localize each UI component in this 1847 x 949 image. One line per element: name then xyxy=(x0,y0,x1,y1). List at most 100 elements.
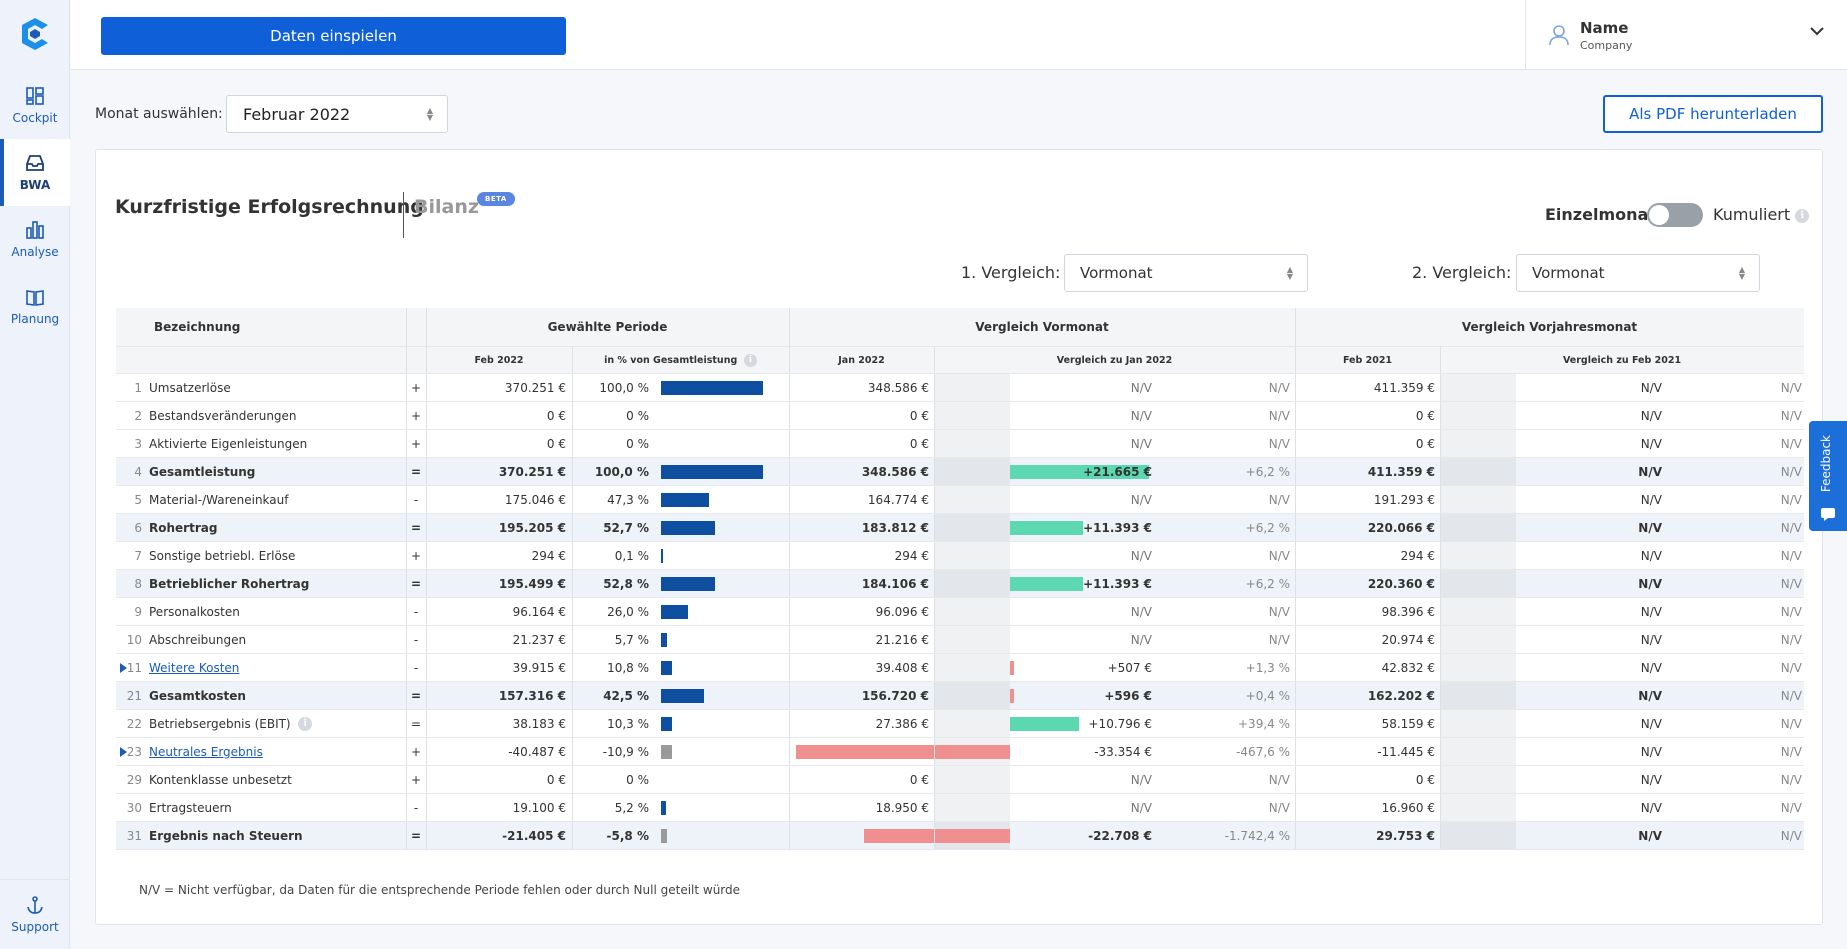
info-icon[interactable]: i xyxy=(1795,208,1810,223)
header-feb-2021: Feb 2021 xyxy=(1342,354,1393,366)
nav-cockpit[interactable]: Cockpit xyxy=(0,72,70,139)
row-label-text: Personalkosten xyxy=(149,604,240,619)
app-logo[interactable] xyxy=(0,0,70,68)
row-py-pct: N/V xyxy=(1780,828,1802,843)
table-row[interactable]: 23Neutrales Ergebnis+-40.487 €-10,9 %-7.… xyxy=(116,738,1804,766)
cockpit-icon xyxy=(26,87,44,105)
row-py-delta: N/V xyxy=(1640,632,1662,647)
row-index: 7 xyxy=(134,548,142,563)
month-select-value: Februar 2022 xyxy=(243,104,351,124)
row-label-text: Aktivierte Eigenleistungen xyxy=(149,436,308,451)
row-prev-value: 96.096 € xyxy=(875,604,929,619)
row-value: -21.405 € xyxy=(502,828,566,843)
row-operator: + xyxy=(410,408,422,423)
row-value: 0 € xyxy=(546,772,566,787)
info-icon[interactable]: i xyxy=(298,716,313,731)
toggle-label-text: Kumuliert xyxy=(1713,205,1791,224)
chevron-down-icon[interactable] xyxy=(1809,26,1825,36)
nav-analyse[interactable]: Analyse xyxy=(0,206,70,273)
row-operator: = xyxy=(410,716,422,731)
header-jan-2022: Jan 2022 xyxy=(838,354,885,366)
comparison-2-value: Vormonat xyxy=(1532,264,1605,282)
row-prev-year: 294 € xyxy=(1400,548,1435,563)
pdf-download-button[interactable]: Als PDF herunterladen xyxy=(1603,95,1823,133)
row-operator: + xyxy=(410,772,422,787)
row-value: 157.316 € xyxy=(498,688,566,703)
row-prev-value: 348.586 € xyxy=(861,464,929,479)
row-operator: - xyxy=(413,660,419,675)
row-prev-year: 0 € xyxy=(1415,408,1435,423)
row-label-text: Bestandsveränderungen xyxy=(149,408,297,423)
row-prev-value: 27.386 € xyxy=(875,716,929,731)
user-company: Company xyxy=(1580,38,1633,52)
row-label-text[interactable]: Neutrales Ergebnis xyxy=(149,745,263,759)
comparison-2-select[interactable]: Vormonat ▲ ▼ xyxy=(1516,254,1760,292)
row-py-pct: N/V xyxy=(1780,548,1802,563)
row-prev-year: 42.832 € xyxy=(1381,660,1435,675)
row-label-text: Betriebsergebnis (EBIT) xyxy=(149,716,291,731)
row-pct: 10,8 % xyxy=(607,660,649,675)
select-arrows-icon: ▲ ▼ xyxy=(1286,265,1293,281)
info-icon[interactable]: i xyxy=(743,353,757,367)
table-row: 31Ergebnis nach Steuern=-21.405 €-5,8 %1… xyxy=(116,822,1804,850)
row-value: 38.183 € xyxy=(512,716,566,731)
row-label: Betriebsergebnis (EBIT) i xyxy=(149,710,404,737)
pct-bar xyxy=(661,801,667,815)
row-value: 0 € xyxy=(546,436,566,451)
nav-planung[interactable]: Planung xyxy=(0,273,70,340)
row-delta: N/V xyxy=(1130,436,1152,451)
row-value: 195.205 € xyxy=(498,520,566,535)
table-row: 1 Umsatzerlöse +370.251 € 100,0 % 348.586 € N… xyxy=(116,374,1804,402)
row-prev-year: 220.360 € xyxy=(1367,576,1435,591)
row-label-text: Kontenklasse unbesetzt xyxy=(149,772,292,787)
row-delta: N/V xyxy=(1130,800,1152,815)
row-pct: 0 % xyxy=(626,436,649,451)
nav-bwa[interactable]: BWA xyxy=(0,139,70,206)
pct-bar xyxy=(661,745,673,759)
header-vergleich-jan-2022: Vergleich zu Jan 2022 xyxy=(1056,354,1173,366)
row-label[interactable]: Weitere Kosten xyxy=(149,654,404,681)
row-index: 2 xyxy=(134,408,142,423)
period-toggle[interactable] xyxy=(1647,203,1703,227)
tab-kfe[interactable]: Kurzfristige Erfolgsrechnung xyxy=(115,196,424,218)
row-py-delta: N/V xyxy=(1638,464,1662,479)
table-row[interactable]: 11 Weitere Kosten - 39.915 € 10,8 % 39.408 € +… xyxy=(116,654,1804,682)
tab-bilanz[interactable]: Bilanz xyxy=(414,196,479,218)
row-prev-year: 411.359 € xyxy=(1367,464,1435,479)
row-delta-pct: +6,2 % xyxy=(1245,520,1290,535)
row-delta-pct: +0,4 % xyxy=(1245,688,1290,703)
row-index: 3 xyxy=(134,436,142,451)
row-label-text: Material-/Wareneinkauf xyxy=(149,492,289,507)
row-py-pct: N/V xyxy=(1780,436,1802,451)
row-delta-pct: N/V xyxy=(1268,604,1290,619)
import-data-button[interactable]: Daten einspielen xyxy=(101,17,566,55)
bwa-table: Bezeichnung Gewählte Periode Vergleich V… xyxy=(116,308,1804,850)
row-pct: 10,3 % xyxy=(607,716,649,731)
comparison-2-label: 2. Vergleich: xyxy=(1412,263,1512,282)
nav-support[interactable]: Support xyxy=(0,879,70,949)
row-label: Ertragsteuern xyxy=(149,794,404,821)
row-label: Sonstige betriebl. Erlöse xyxy=(149,542,404,569)
row-py-delta: N/V xyxy=(1640,800,1662,815)
pct-bar xyxy=(661,493,710,507)
row-py-pct: N/V xyxy=(1780,688,1802,703)
row-value: 370.251 € xyxy=(504,380,566,395)
month-select[interactable]: Februar 2022 ▲ ▼ xyxy=(226,95,448,133)
row-py-delta: N/V xyxy=(1640,716,1662,731)
row-delta: +11.393 € xyxy=(1083,520,1152,535)
comparison-1-select[interactable]: Vormonat ▲ ▼ xyxy=(1064,254,1308,292)
row-py-delta: N/V xyxy=(1640,380,1662,395)
row-label: Rohertrag xyxy=(149,514,404,541)
user-menu[interactable]: Name Company xyxy=(1525,0,1847,70)
row-label: Kontenklasse unbesetzt xyxy=(149,766,404,793)
row-label[interactable]: Neutrales Ergebnis xyxy=(149,738,404,765)
row-delta-pct: N/V xyxy=(1268,492,1290,507)
row-index: 10 xyxy=(126,632,142,647)
beta-badge: BETA xyxy=(477,192,515,206)
row-operator: - xyxy=(413,632,419,647)
header-pct-gesamtleistung: in % von Gesamtleistung i xyxy=(572,347,789,373)
row-label-text[interactable]: Weitere Kosten xyxy=(149,661,239,675)
row-delta-pct: N/V xyxy=(1268,800,1290,815)
row-operator: + xyxy=(410,548,422,563)
feedback-tab[interactable]: Feedback xyxy=(1809,421,1847,531)
